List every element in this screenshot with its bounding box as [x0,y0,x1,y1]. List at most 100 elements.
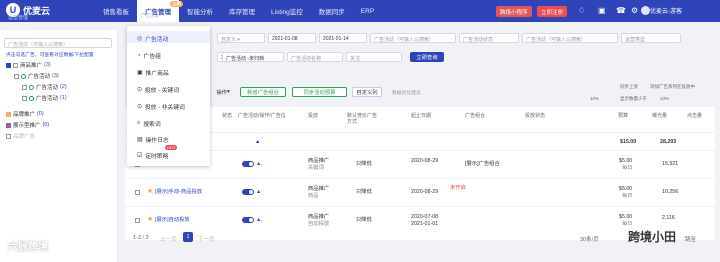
col-portfolio[interactable]: 广告组合 [465,113,485,119]
campaign-type-select[interactable]: 广告活动（可输入以搜索） [370,33,456,43]
sidebar-hint: 点击勾选广告，可查看对应数据/下拉配置 [6,53,94,58]
ops-dropdown[interactable]: 操作 ▾ [212,87,234,97]
checkbox[interactable] [22,95,27,101]
headset-icon[interactable]: ☎ [616,6,626,15]
tree-count: (3) [44,62,51,68]
ops-type-select[interactable]: 运营类型 [621,33,681,43]
next-page-button[interactable]: 下一页 [198,235,215,243]
table-row[interactable]: ★ [展示]手动-商品投放 ▲ 商品推广 商品 只降低 2020-08-29 未… [125,178,715,206]
menu-label: 操作日志 [145,138,169,144]
tree-item-campaign[interactable]: 广告活动 (1) [22,94,67,102]
mini-program-button[interactable]: 跨境小程序 [496,6,532,17]
query-button[interactable]: 立即查询 [410,52,444,62]
chart-icon[interactable]: ▲ [255,139,260,145]
row-checkbox[interactable] [135,218,140,223]
sidebar-search-input[interactable]: 广告活动（可输入以搜索） [4,38,112,48]
menu-item-ad-group[interactable]: ◔ 广告组 [137,51,161,61]
menu-item-logs[interactable]: ▤ 操作日志 [137,135,169,145]
col-budget[interactable]: 预算 [618,113,628,119]
tree-count: (1) [60,95,67,101]
custom-columns-button[interactable]: 自定义列 [352,87,382,97]
campaign-name[interactable]: [展示]手动-商品投放 [155,189,202,195]
date-start-input[interactable]: 2021-01-08 [268,33,316,43]
checkbox-icon: ☑ [137,152,143,159]
menu-item-campaign[interactable]: ◎ 广告活动 [137,34,168,44]
new-ad-group-button[interactable]: 新增广告组合 [240,87,286,97]
col-campaign[interactable]: 广告活动/操作/广告位 [238,113,300,119]
col-bid-strategy[interactable]: 默认竞价广告方式 [347,113,377,125]
star-icon[interactable]: ★ [147,187,153,195]
tree-item-brand-ads[interactable]: 品牌推广 (0) [6,110,44,118]
per-page-select[interactable]: 30条/页 [580,235,599,243]
campaign-name[interactable]: [展示]自动投放 [155,217,190,223]
table-row[interactable]: ★ [展示]手动-大词投放 ▲ 商品推广 关键词 只降低 2020-08-29 … [125,150,715,178]
ad-type: 商品推广 [308,214,330,220]
status-toggle[interactable] [242,161,254,167]
nav-data-sync[interactable]: 数据同步 [311,0,353,22]
gift-icon[interactable]: ▣ [598,6,606,15]
follow-select[interactable]: 关注 [346,52,402,62]
archive-filter-select[interactable]: 广告活动 -未归档 [222,52,284,62]
tree-item-campaign[interactable]: 广告活动 (2) [22,83,67,91]
menu-label: 投放 - 非关键词 [144,105,185,111]
nav-sales-board[interactable]: 销售看板 [95,0,137,22]
star-icon[interactable]: ★ [147,215,153,223]
chart-icon[interactable]: ▲ [256,189,261,195]
sync-listing-toggle[interactable]: 同步上架 [620,84,638,90]
page-1-button[interactable]: 1 [183,232,193,242]
tree-item-product-ads[interactable]: 商品推广 (3) [6,61,51,69]
chart-icon[interactable]: ▲ [256,217,261,223]
nav-listing[interactable]: Listing监控 [263,0,311,22]
top-navigation-bar: U 优麦云 运营管理 销售看板 广告管理 上新 智能分析 库存管理 Listin… [0,0,720,22]
col-status[interactable]: 状态 [222,113,232,119]
status-toggle[interactable] [242,217,254,223]
register-button[interactable]: 立即注册 [537,6,568,17]
goto-page-input[interactable]: 跳至 [685,235,696,243]
nav-inventory[interactable]: 库存管理 [221,0,263,22]
menu-label: 投放 - 关键词 [144,88,179,94]
col-targeting[interactable]: 投放 [308,113,318,119]
chart-icon[interactable]: ▲ [256,161,261,167]
user-name[interactable]: 优麦云-游客 [650,6,682,15]
watermark-left: 六脉跨境 [8,242,48,253]
campaign-name-input[interactable]: 广告活动（可输入以搜索） [522,33,618,43]
tree-item-campaign[interactable]: 广告活动 (3) [14,72,59,80]
col-impressions[interactable]: 曝光量 [652,113,667,119]
budget-period: 每日 [622,193,633,199]
status-toggle[interactable] [242,189,254,195]
status-select[interactable]: 广告活动状态 [459,33,519,43]
checkbox[interactable] [22,84,27,90]
row-checkbox[interactable] [135,190,140,195]
sync-budget-button[interactable]: 同步活动预算 [292,87,347,97]
date-type-select[interactable]: 自定义 ▾ [217,33,265,43]
avatar[interactable] [641,6,650,15]
nav-erp[interactable]: ERP [353,0,382,22]
checkbox[interactable] [6,133,11,139]
bell-icon[interactable]: ♢ [578,6,585,15]
prev-page-button[interactable]: 上一页 [160,235,177,243]
table-row[interactable]: ★ [展示]自动投放 ▲ 商品推广 自动投放 只降低 2020-07-08 20… [125,206,715,234]
nav-analytics[interactable]: 智能分析 [179,0,221,22]
checkbox[interactable] [13,62,18,68]
gear-icon[interactable]: ⚙ [631,6,638,15]
menu-item-search-terms[interactable]: ⌕ 搜索词 [137,119,161,128]
checkbox[interactable] [14,73,19,79]
col-clicks[interactable]: 点击量 [687,113,702,119]
add-series-toggle[interactable]: 添加广告系列在投放中 [650,84,695,90]
checkbox[interactable] [6,111,11,117]
col-dates[interactable]: 起止日期 [411,113,431,119]
date-end-input[interactable]: 2021-01-14 [319,33,367,43]
col-delivery[interactable]: 投放状态 [525,113,545,119]
campaign-icon: ◎ [137,35,143,42]
menu-item-schedule[interactable]: ☑ 定时策略 [137,151,168,161]
hot-badge: HOT [165,145,178,150]
menu-item-non-keyword[interactable]: ⊙ 投放 - 非关键词 [137,102,185,112]
menu-item-keyword[interactable]: ⊙ 投放 - 关键词 [137,85,179,95]
tree-item-brand[interactable]: 品牌广告 [6,132,35,140]
tree-item-display-ads[interactable]: 展示型推广 (0) [6,121,49,129]
optimization-suggest-link[interactable]: 数据优化建议 [392,89,421,96]
menu-item-products[interactable]: ▣ 推广商品 [137,68,169,78]
checkbox[interactable] [6,62,11,68]
campaign-name-filter[interactable]: 广告活动名称 [287,52,343,62]
checkbox[interactable] [6,122,11,128]
